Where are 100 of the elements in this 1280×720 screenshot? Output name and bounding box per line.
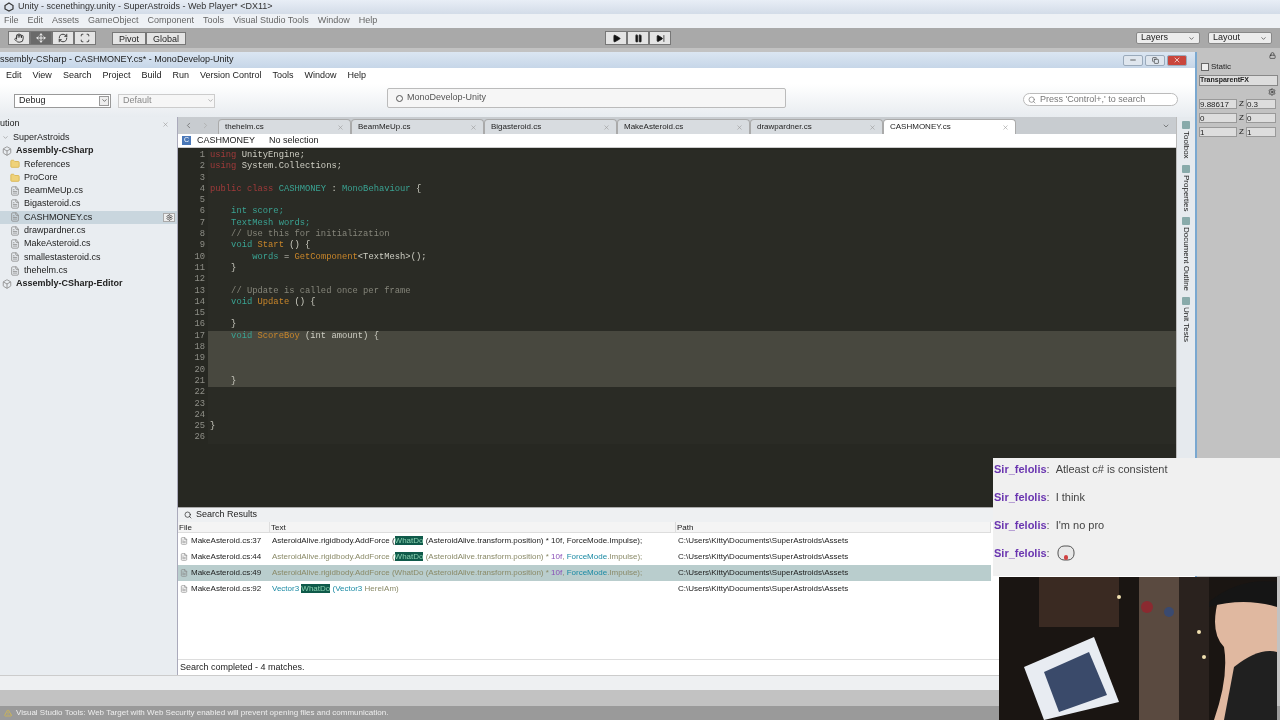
menu-item[interactable]: Window — [304, 69, 337, 83]
menu-item[interactable]: View — [32, 69, 52, 83]
menu-item[interactable]: Help — [358, 14, 378, 28]
chat-username[interactable]: Sir_felolis: — [994, 461, 1050, 478]
tree-item[interactable]: smallestasteroid.cs — [0, 250, 177, 264]
menu-item[interactable]: Visual Studio Tools — [233, 14, 309, 28]
search-field[interactable]: Press 'Control+,' to search — [1023, 93, 1178, 106]
pause-button[interactable] — [627, 31, 649, 45]
editor-tab[interactable]: CASHMONEY.cs — [883, 119, 1016, 134]
tree-item[interactable]: thehelm.cs — [0, 263, 177, 278]
value-field[interactable]: 9.88617 — [1199, 99, 1237, 109]
chat-username[interactable]: Sir_felolis: — [994, 489, 1050, 506]
global-button[interactable]: Global — [146, 31, 187, 45]
tab-list-icon[interactable] — [1162, 122, 1170, 130]
code-text: } — [230, 319, 237, 331]
play-button[interactable] — [605, 31, 627, 45]
editor-tab[interactable]: Bigasteroid.cs — [484, 119, 617, 134]
value-field[interactable]: 1 — [1199, 127, 1237, 137]
restore-button[interactable] — [1145, 54, 1165, 66]
tool-button[interactable] — [74, 31, 96, 45]
pad-tab[interactable]: Toolbox — [1180, 121, 1192, 159]
close-button[interactable] — [1167, 54, 1187, 66]
editor-tab[interactable]: BeamMeUp.cs — [351, 119, 484, 134]
tree-item[interactable]: Assembly-CSharp-Editor — [0, 277, 177, 291]
table-cell-text: C:\Users\Kitty\Documents\SuperAstroids\Assets — [677, 535, 849, 547]
code-text: using System.Collections; — [209, 161, 342, 173]
hand-icon — [14, 33, 24, 43]
value-field[interactable]: 0 — [1199, 113, 1237, 123]
editor-tab[interactable]: drawpardner.cs — [750, 119, 883, 134]
code-text: TextMesh words; — [230, 217, 311, 229]
menu-item[interactable]: Run — [172, 69, 189, 83]
settings-icon[interactable] — [1268, 88, 1276, 96]
tool-button[interactable] — [8, 31, 30, 45]
tree-item[interactable]: ProCore — [0, 170, 177, 185]
menu-item[interactable]: Help — [347, 69, 367, 83]
tool-button[interactable] — [30, 31, 52, 45]
column-header[interactable]: Text — [270, 522, 676, 532]
menu-item[interactable]: Build — [141, 69, 162, 83]
editor-tab[interactable]: thehelm.cs — [218, 119, 351, 134]
pad-tab[interactable]: Document Outline — [1180, 217, 1192, 292]
code-editor[interactable] — [178, 148, 1176, 507]
chat-message: I'm no pro — [1055, 518, 1105, 534]
column-header[interactable]: Path — [676, 522, 991, 532]
configuration-dropdown[interactable]: Debug — [14, 93, 111, 108]
static-checkbox[interactable] — [1201, 63, 1209, 71]
back-icon[interactable] — [184, 121, 193, 130]
tree-item[interactable]: Bigasteroid.cs — [0, 197, 177, 211]
pad-title: ution — [0, 117, 20, 131]
chat-message: I think — [1055, 490, 1085, 506]
result-row[interactable]: MakeAsteroid.cs:92 Vector3 WhatDo (Vector3 HereIAm) C:\Users\Kitty\Documents\SuperAstroids\Assets — [178, 581, 991, 597]
tree-item[interactable]: MakeAsteroid.cs — [0, 237, 177, 251]
menu-item[interactable]: GameObject — [88, 14, 139, 28]
menu-item[interactable]: Component — [147, 14, 195, 28]
layers-dropdown[interactable]: Layers — [1136, 32, 1200, 44]
status-text: Visual Studio Tools: Web Target with Web Security enabled will prevent opening files and communication. — [16, 707, 389, 719]
pad-tab[interactable]: Properties — [1180, 164, 1192, 212]
value-field[interactable]: 1 — [1245, 127, 1276, 137]
menu-item[interactable]: Edit — [27, 14, 44, 28]
table-cell-text: C:\Users\Kitty\Documents\SuperAstroids\Assets — [677, 551, 849, 563]
breadcrumb-member[interactable]: No selection — [269, 133, 319, 148]
chat-username[interactable]: Sir_felolis: — [994, 545, 1050, 562]
code-text: } — [230, 262, 237, 275]
menu-item[interactable]: Project — [102, 69, 131, 83]
value-field[interactable]: 0.3 — [1245, 99, 1276, 109]
lock-icon[interactable] — [1269, 52, 1276, 59]
menu-item[interactable]: File — [4, 14, 19, 28]
tree-item[interactable]: References — [0, 157, 177, 171]
tree-item[interactable]: drawpardner.cs — [0, 224, 177, 238]
editor-tab[interactable]: MakeAsteroid.cs — [617, 119, 750, 134]
window-title: ssembly-CSharp - CASHMONEY.cs* - MonoDevelop-Unity — [0, 53, 234, 67]
tree-item[interactable]: BeamMeUp.cs — [0, 184, 177, 198]
menu-item[interactable]: Edit — [6, 69, 22, 83]
folder-icon — [10, 159, 20, 170]
code-text: } — [230, 375, 237, 388]
pivot-button[interactable]: Pivot — [112, 31, 146, 45]
caret-icon — [1260, 34, 1267, 42]
column-header[interactable]: File — [178, 522, 270, 532]
menu-item[interactable]: Window — [317, 14, 350, 28]
menu-item[interactable]: Version Control — [199, 69, 262, 83]
result-row[interactable]: MakeAsteroid.cs:49 AsteroidAlive.rigidbody.AddForce (WhatDo (AsteroidAlive.transform.position) * 10f, ForceMode.Impulse); C:\Users\Kitty\Documents\SuperAstroids\Assets — [178, 565, 991, 581]
menu-item[interactable]: Assets — [52, 14, 80, 28]
minimize-button[interactable] — [1123, 54, 1143, 66]
menu-item[interactable]: Search — [62, 69, 92, 83]
tool-button[interactable] — [52, 31, 74, 45]
tree-item[interactable]: CASHMONEY.cs — [0, 210, 177, 225]
code-text: void Start () { — [230, 240, 311, 252]
value-field[interactable]: 0 — [1245, 113, 1276, 123]
menu-item[interactable]: Tools — [203, 14, 225, 28]
close-icon[interactable] — [1002, 123, 1009, 131]
menu-item[interactable]: Tools — [272, 69, 294, 83]
step-button[interactable] — [649, 31, 671, 45]
breadcrumb-class[interactable]: CASHMONEY — [197, 133, 255, 148]
tree-item[interactable]: Assembly-CSharp — [0, 144, 177, 158]
file-icon — [10, 185, 20, 196]
layout-dropdown[interactable]: Layout — [1208, 32, 1272, 44]
settings-icon[interactable] — [163, 212, 175, 222]
tree-item[interactable]: SuperAstroids — [0, 131, 177, 145]
chat-username[interactable]: Sir_felolis: — [994, 517, 1050, 534]
static-label: Static — [1211, 61, 1231, 73]
pad-tab[interactable]: Unit Tests — [1180, 297, 1192, 343]
